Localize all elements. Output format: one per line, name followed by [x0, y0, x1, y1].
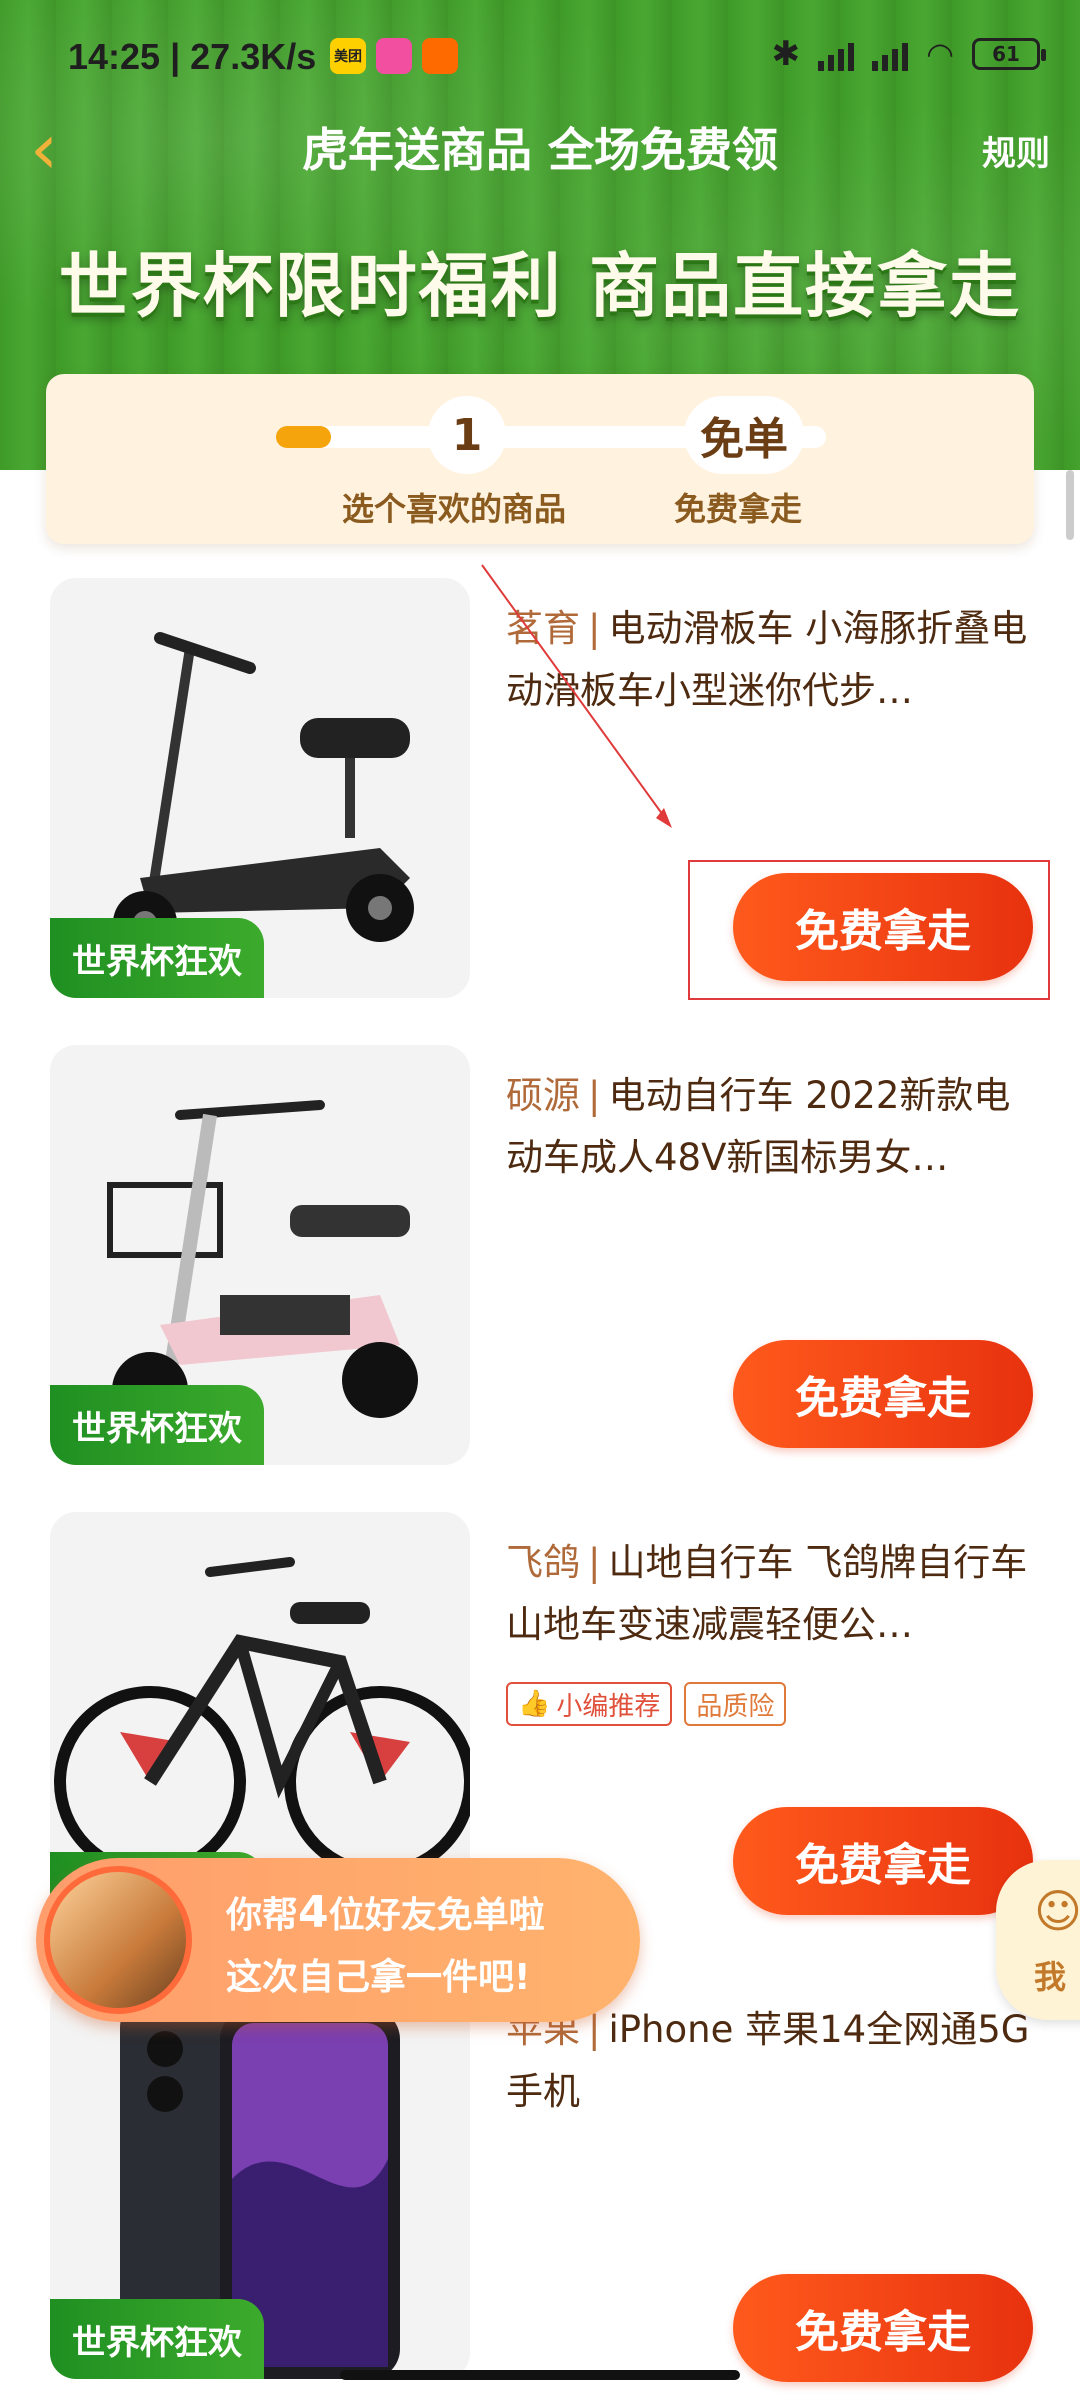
scrollbar[interactable] — [1066, 470, 1074, 540]
product-name: 山地自行车 飞鸽牌自行车山地车变速减震轻便公… — [506, 1541, 1028, 1646]
avatar — [44, 1866, 192, 2014]
banner-headline: 世界杯限时福利 商品直接拿走 — [58, 245, 1022, 327]
product-tag: 世界杯狂欢 — [50, 918, 264, 998]
product-image-ebike[interactable]: 世界杯狂欢 — [50, 1045, 470, 1465]
toast-text-a: 你帮 — [226, 1895, 299, 1936]
top-nav: ‹ 虎年送商品 全场免费领 规则 — [0, 110, 1080, 190]
free-take-button[interactable]: 免费拿走 — [733, 2274, 1033, 2382]
product-title[interactable]: 苹果 | iPhone 苹果14全网通5G手机 — [506, 1999, 1046, 2123]
progress-fill — [276, 426, 331, 448]
product-title[interactable]: 硕源 | 电动自行车 2022新款电动车成人48V新国标男女… — [506, 1065, 1046, 1189]
step-2-label: 免费拿走 — [674, 490, 803, 528]
product-tag: 世界杯狂欢 — [50, 1385, 264, 1465]
brand-separator: | — [588, 607, 601, 650]
step-1-badge: 1 — [428, 396, 506, 474]
free-take-button[interactable]: 免费拿走 — [733, 1340, 1033, 1448]
status-bar: 14:25 | 27.3K/s 美团 ✱ ◠ 61 — [0, 30, 1080, 86]
free-take-button[interactable]: 免费拿走 — [733, 1807, 1033, 1915]
recommend-badge-label: 小编推荐 — [556, 1691, 661, 1722]
product-item: 世界杯狂欢 硕源 | 电动自行车 2022新款电动车成人48V新国标男女… 免费拿走 — [0, 1045, 1080, 1465]
thumbs-up-icon: 👍 — [518, 1689, 551, 1719]
toast-text-b: 位好友免单啦 — [328, 1895, 545, 1936]
recommend-badge: 👍 小编推荐 — [506, 1682, 673, 1726]
meituan-app-icon: 美团 — [330, 38, 366, 74]
side-float-button[interactable]: ☺ 我 — [996, 1860, 1080, 2020]
product-image-scooter[interactable]: 世界杯狂欢 — [50, 578, 470, 998]
product-name: 电动自行车 2022新款电动车成人48V新国标男女… — [506, 1074, 1011, 1179]
product-brand: 硕源 — [506, 1074, 580, 1117]
quality-insurance-badge: 品质险 — [684, 1682, 787, 1726]
signal-icon — [818, 37, 855, 71]
status-time: 14:25 | 27.3K/s — [68, 36, 317, 77]
side-float-label: 我 — [1034, 1958, 1067, 1996]
friends-free-toast[interactable]: 你帮4位好友免单啦 这次自己拿一件吧! — [36, 1858, 640, 2022]
signal-icon-2 — [872, 37, 909, 71]
product-title[interactable]: 飞鸽 | 山地自行车 飞鸽牌自行车山地车变速减震轻便公… — [506, 1532, 1046, 1656]
product-name: 电动滑板车 小海豚折叠电动滑板车小型迷你代步… — [506, 607, 1028, 712]
toast-count: 4 — [298, 1887, 329, 1938]
wifi-icon: ◠ — [926, 35, 954, 73]
product-title[interactable]: 茗育 | 电动滑板车 小海豚折叠电动滑板车小型迷你代步… — [506, 598, 1046, 722]
pink-app-icon — [376, 38, 412, 74]
annotation-highlight-box — [688, 860, 1050, 1000]
rules-link[interactable]: 规则 — [982, 126, 1050, 175]
status-indicators: ✱ ◠ 61 — [771, 34, 1046, 74]
bluetooth-icon: ✱ — [771, 34, 801, 74]
orange-app-icon — [422, 38, 458, 74]
product-brand: 飞鸽 — [506, 1541, 580, 1584]
product-item: 世界杯狂欢 苹果 | iPhone 苹果14全网通5G手机 免费拿走 — [0, 1979, 1080, 2399]
smile-icon: ☺ — [1034, 1884, 1080, 1938]
product-badges: 👍 小编推荐 品质险 — [506, 1682, 787, 1726]
page-title: 虎年送商品 全场免费领 — [301, 123, 778, 177]
product-tag: 世界杯狂欢 — [50, 2299, 264, 2379]
battery-icon: 61 — [972, 38, 1046, 70]
home-indicator[interactable] — [340, 2370, 740, 2380]
toast-line-1: 你帮4位好友免单啦 — [226, 1886, 545, 1938]
step-1-label: 选个喜欢的商品 — [342, 490, 567, 528]
brand-separator: | — [588, 1074, 601, 1117]
product-image-iphone[interactable]: 世界杯狂欢 — [50, 1979, 470, 2379]
brand-separator: | — [588, 1541, 601, 1584]
step-2-badge: 免单 — [684, 396, 804, 474]
status-app-icons: 美团 — [330, 38, 458, 74]
steps-card: 1 选个喜欢的商品 免单 免费拿走 — [46, 374, 1034, 544]
product-brand: 茗育 — [506, 607, 580, 650]
toast-line-2: 这次自己拿一件吧! — [226, 1957, 531, 1998]
product-name: iPhone 苹果14全网通5G手机 — [506, 2008, 1030, 2113]
